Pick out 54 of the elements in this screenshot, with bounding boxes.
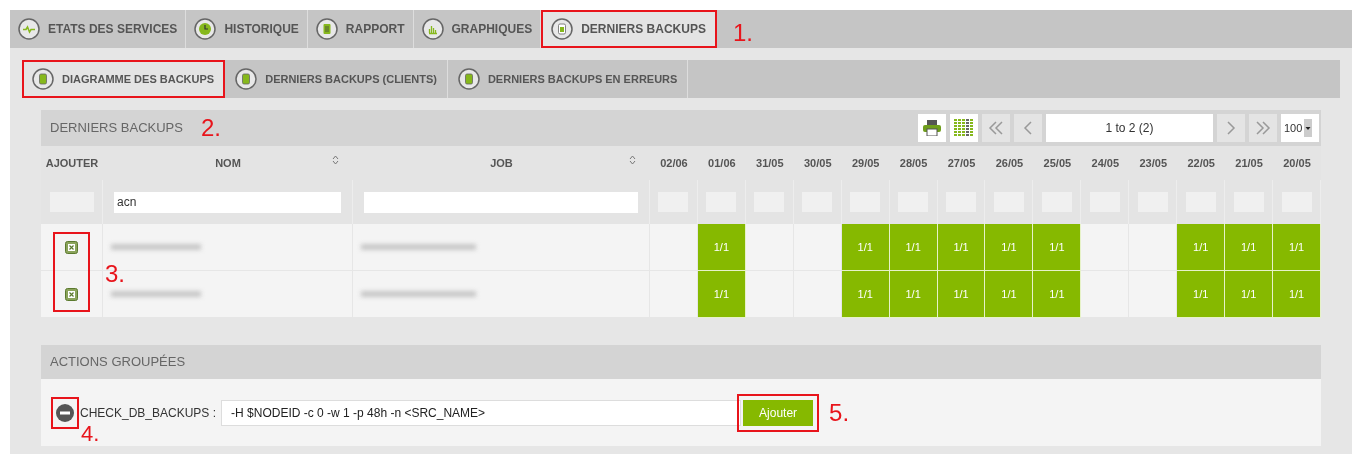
sort-icon (629, 155, 636, 165)
columns-button[interactable] (950, 114, 978, 142)
backup-result-cell: 1/1 (1225, 271, 1274, 318)
annotation-number: 3. (105, 262, 125, 286)
field-label: CHECK_DB_BACKUPS : (80, 404, 217, 422)
main-tab[interactable]: DERNIERS BACKUPS (541, 10, 717, 48)
name-filter-field[interactable]: acn (114, 191, 341, 213)
annotation-number: 5. (829, 397, 850, 428)
page-range: 1 to 2 (2) (1046, 114, 1213, 142)
print-button[interactable] (918, 114, 946, 142)
database-icon (457, 68, 480, 90)
double-chevron-left-icon (988, 120, 1004, 136)
page-size-select[interactable]: 100 (1281, 114, 1319, 142)
database-icon (235, 68, 258, 90)
backup-result-cell: 1/1 (1225, 224, 1274, 271)
caret-down-icon (1304, 119, 1313, 137)
database-icon (551, 18, 574, 40)
clock-icon (194, 18, 217, 40)
remove-checkbox-icon[interactable] (65, 240, 78, 254)
printer-icon (923, 120, 941, 136)
backup-result-cell: 1/1 (697, 271, 746, 318)
backup-result-cell: 1/1 (1033, 224, 1082, 271)
minus-circle-icon (56, 403, 74, 422)
remove-button[interactable] (51, 396, 79, 429)
double-chevron-right-icon (1255, 120, 1271, 136)
command-field[interactable]: -H $NODEID -c 0 -w 1 -p 48h -n <SRC_NAME> (221, 399, 742, 426)
backup-result-cell: 1/1 (985, 271, 1034, 318)
annotation-number: 1. (732, 18, 753, 48)
remove-checkbox-icon[interactable] (65, 287, 78, 301)
sort-icon (332, 155, 339, 165)
backup-result-cell: 1/1 (1273, 224, 1321, 271)
backup-result-cell: 1/1 (1177, 271, 1226, 318)
document-icon (315, 18, 338, 40)
backup-result-cell: 1/1 (841, 224, 890, 271)
backup-result-cell: 1/1 (1177, 224, 1226, 271)
backup-result-cell: 1/1 (697, 224, 746, 271)
sub-tab[interactable]: DIAGRAMME DES BACKUPS (22, 60, 226, 98)
backup-result-cell: 1/1 (985, 224, 1034, 271)
bar-chart-icon (421, 18, 444, 40)
backup-result-cell: 1/1 (937, 224, 986, 271)
annotation-number: 4. (81, 423, 100, 445)
backup-result-cell: 1/1 (937, 271, 986, 318)
heartbeat-icon (18, 18, 40, 40)
backup-result-cell: 1/1 (1033, 271, 1082, 318)
annotation-number: 2. (200, 113, 221, 143)
backup-result-cell: 1/1 (889, 271, 938, 318)
backup-result-cell: 1/1 (841, 271, 890, 318)
panel-title: DERNIERS BACKUPS (50, 119, 183, 138)
database-icon (32, 68, 54, 90)
backup-result-cell: 1/1 (889, 224, 938, 271)
job-filter-field[interactable] (364, 191, 638, 213)
grid-icon (954, 119, 974, 137)
backup-result-cell: 1/1 (1273, 271, 1321, 318)
section-title: ACTIONS GROUPÉES (50, 353, 186, 372)
